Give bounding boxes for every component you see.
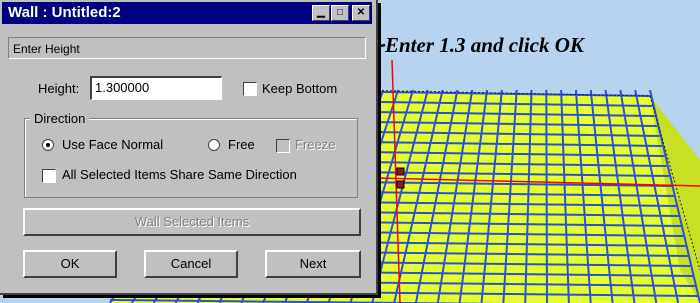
cancel-button[interactable]: Cancel	[144, 250, 238, 278]
grid-line	[545, 89, 549, 303]
use-face-normal-label: Use Face Normal	[62, 137, 164, 152]
handle-marker	[396, 180, 405, 189]
share-direction-label: All Selected Items Share Same Direction	[62, 167, 297, 182]
free-label: Free	[228, 137, 255, 152]
freeze-checkbox[interactable]	[276, 139, 290, 153]
use-face-normal-radio[interactable]	[42, 139, 54, 151]
window-title: Wall : Untitled:2	[8, 4, 121, 21]
direction-group-label: Direction	[30, 111, 90, 126]
height-input[interactable]: 1.300000	[90, 76, 222, 100]
minimize-icon[interactable]: ▁	[312, 5, 330, 21]
keep-bottom-label: Keep Bottom	[262, 81, 338, 96]
wall-selected-items-button[interactable]: Wall Selected Items	[23, 208, 361, 236]
free-radio[interactable]	[208, 139, 220, 151]
maximize-icon[interactable]: □	[331, 5, 349, 21]
close-icon[interactable]: ✕	[352, 5, 370, 21]
title-bar[interactable]: Wall : Untitled:2 ▁ □ ✕	[2, 2, 372, 24]
direction-group	[24, 118, 358, 198]
next-button[interactable]: Next	[265, 250, 361, 278]
handle-marker	[396, 167, 405, 176]
ok-button[interactable]: OK	[23, 250, 117, 278]
freeze-label: Freeze	[295, 137, 336, 152]
wall-dialog: Wall : Untitled:2 ▁ □ ✕ Enter Height Hei…	[0, 0, 378, 295]
share-direction-checkbox[interactable]	[42, 169, 56, 183]
instruction-annotation: Enter 1.3 and click OK	[385, 33, 584, 57]
height-label: Height:	[38, 81, 80, 96]
keep-bottom-checkbox[interactable]	[243, 82, 257, 96]
prompt-text: Enter Height	[8, 37, 366, 59]
